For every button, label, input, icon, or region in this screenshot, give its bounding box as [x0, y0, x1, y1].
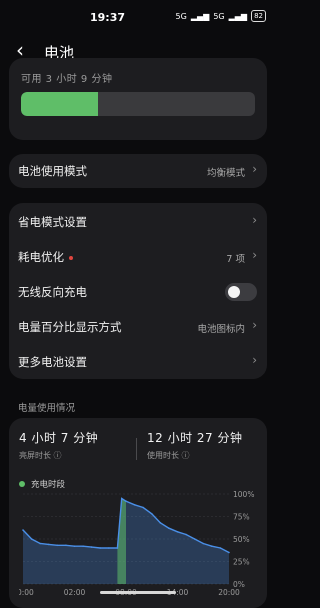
status-indicators: 5G ▂▄▆ 5G ▂▄▆ 82 — [176, 10, 266, 22]
usage-section-title: 电量使用情况 — [18, 403, 76, 414]
battery-mode-value: 均衡模式 — [206, 168, 245, 179]
battery-mode-card[interactable]: 电池使用模式 均衡模式 › — [9, 154, 267, 188]
more-battery-settings-row[interactable]: 更多电池设置 › — [9, 345, 267, 379]
chart-point — [185, 533, 187, 536]
status-time: 19:37 — [90, 11, 126, 24]
chart-point — [22, 529, 24, 531]
network-label: 5G — [175, 11, 187, 21]
battery-usage-chart: 100%75%50%25%0%20:0002:0008:0014:0020:00 — [19, 490, 254, 597]
status-bar: 19:37 5G ▂▄▆ 5G ▂▄▆ 82 — [0, 0, 276, 34]
screen-on-label[interactable]: 亮屏时长 ⓘ — [19, 450, 62, 461]
chart-point — [30, 538, 33, 540]
chart-point — [211, 545, 213, 547]
chart-x-tick-label: 20:00 — [218, 588, 240, 597]
chart-point — [133, 504, 136, 506]
chart-point — [159, 522, 162, 524]
charging-legend-dot-icon — [19, 481, 25, 487]
chart-point — [116, 547, 119, 549]
power-optimization-label: 耗电优化 — [18, 249, 73, 265]
chevron-right-icon: › — [252, 213, 257, 227]
chart-point — [99, 547, 102, 549]
chart-point — [56, 544, 59, 547]
battery-mode-label: 电池使用模式 — [18, 164, 87, 178]
chart-point — [47, 543, 50, 546]
toggle-knob — [228, 286, 240, 298]
power-optimization-row[interactable]: 耗电优化 7 项 › — [9, 240, 267, 274]
power-optimization-text: 耗电优化 — [18, 250, 64, 264]
power-saving-settings-row[interactable]: 省电模式设置 › — [9, 205, 267, 239]
chart-point — [82, 545, 84, 547]
chevron-right-icon: › — [252, 162, 257, 176]
chart-point — [65, 544, 67, 547]
signal-icon: ▂▄▆ — [190, 11, 210, 21]
usage-time-label[interactable]: 使用时长 ⓘ — [147, 450, 190, 461]
chart-point — [120, 497, 123, 500]
reverse-wireless-charging-row: 无线反向充电 — [9, 275, 267, 309]
chart-point — [150, 513, 153, 515]
chart-point — [142, 506, 144, 509]
battery-icon: 82 — [251, 10, 266, 22]
chart-point — [168, 527, 170, 529]
power-optimization-count: 7 项 — [226, 254, 245, 265]
battery-status-card: 可用 3 小时 9 分钟 — [9, 58, 267, 140]
chart-x-tick-label: 20:00 — [19, 588, 34, 597]
home-indicator[interactable] — [100, 591, 176, 594]
divider — [136, 438, 137, 460]
remaining-time-text: 可用 3 小时 9 分钟 — [21, 74, 113, 85]
chart-point — [39, 542, 41, 545]
more-battery-settings-label: 更多电池设置 — [18, 355, 87, 369]
chevron-right-icon: › — [252, 248, 257, 262]
battery-mode-row[interactable]: 电池使用模式 均衡模式 › — [9, 154, 267, 188]
battery-level-fill — [21, 92, 99, 116]
chart-y-tick-label: 100% — [233, 490, 254, 499]
chart-y-tick-label: 50% — [233, 535, 250, 544]
usage-card: 4 小时 7 分钟 亮屏时长 ⓘ 12 小时 27 分钟 使用时长 ⓘ 充电时段… — [9, 418, 267, 608]
chart-y-tick-label: 75% — [233, 513, 250, 522]
signal-label: 5G — [213, 11, 225, 21]
chevron-right-icon: › — [252, 353, 257, 367]
chart-point — [125, 500, 127, 502]
reverse-wireless-charging-label: 无线反向充电 — [18, 285, 87, 299]
battery-settings-card: 省电模式设置 › 耗电优化 7 项 › 无线反向充电 电量百分比显示方式 电池图… — [9, 203, 267, 379]
chart-point — [73, 545, 76, 547]
signal-icon-2: ▂▄▆ — [228, 11, 248, 21]
chart-x-tick-label: 02:00 — [64, 588, 86, 597]
chart-point — [219, 547, 222, 549]
chart-point — [193, 538, 196, 540]
percentage-display-row[interactable]: 电量百分比显示方式 电池图标内 › — [9, 310, 267, 344]
battery-level-bar — [21, 92, 255, 116]
screen-on-time: 4 小时 7 分钟 — [19, 431, 99, 445]
notification-dot-icon — [69, 255, 73, 260]
chart-point — [108, 547, 110, 549]
chart-point — [176, 531, 179, 533]
chart-y-tick-label: 25% — [233, 558, 250, 567]
back-chevron-icon[interactable]: ‹ — [16, 40, 24, 60]
percentage-display-label: 电量百分比显示方式 — [18, 320, 122, 334]
chevron-right-icon: › — [252, 318, 257, 332]
chart-point — [228, 551, 230, 554]
power-saving-settings-label: 省电模式设置 — [18, 215, 87, 229]
percentage-display-value: 电池图标内 — [197, 324, 245, 335]
chart-point — [90, 546, 93, 548]
usage-time: 12 小时 27 分钟 — [147, 431, 243, 445]
reverse-charging-toggle[interactable] — [225, 283, 257, 301]
chart-point — [202, 542, 205, 545]
